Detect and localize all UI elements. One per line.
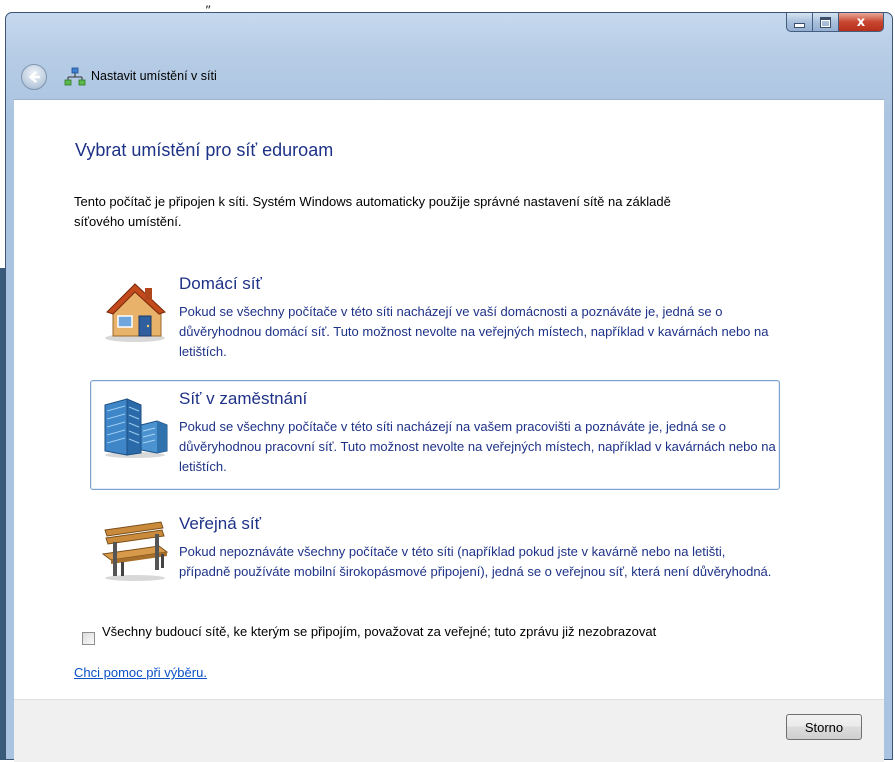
backdrop-text: „ (205, 0, 212, 10)
help-link[interactable]: Chci pomoc při výběru. (74, 665, 207, 680)
public-default-checkbox[interactable] (82, 632, 95, 645)
minimize-button[interactable] (786, 13, 813, 32)
option-title: Síť v zaměstnání (179, 389, 308, 408)
cancel-button[interactable]: Storno (786, 714, 862, 740)
dialog-footer: Storno (14, 699, 884, 762)
minimize-icon (794, 22, 805, 28)
option-home-network[interactable]: Domácí síť Pokud se všechny počítače v t… (90, 265, 780, 375)
back-arrow-icon (28, 71, 41, 83)
option-work-network[interactable]: Síť v zaměstnání Pokud se všechny počíta… (90, 380, 780, 490)
option-title: Veřejná síť (179, 514, 261, 533)
office-building-icon (104, 398, 168, 458)
caption-buttons: x (786, 13, 884, 32)
close-button[interactable]: x (839, 13, 884, 32)
option-description: Pokud se všechny počítače v této síti na… (179, 419, 776, 474)
option-title: Domácí síť (179, 274, 262, 293)
back-button[interactable] (21, 64, 47, 90)
navigation-bar: Nastavit umístění v síti (6, 59, 892, 93)
intro-text: Tento počítač je připojen k síti. Systém… (74, 194, 671, 229)
page-heading: Vybrat umístění pro síť eduroam (75, 140, 334, 160)
option-public-network[interactable]: Veřejná síť Pokud nepoznáváte všechny po… (90, 505, 780, 615)
close-icon: x (856, 14, 866, 30)
network-icon (64, 67, 86, 86)
option-description: Pokud nepoznáváte všechny počítače v tét… (179, 544, 772, 579)
option-description: Pokud se všechny počítače v této síti na… (179, 304, 769, 359)
dialog-window: x Nastavit umístění v síti Vybrat umístě… (5, 12, 893, 762)
maximize-icon (820, 16, 831, 28)
house-icon (105, 283, 166, 342)
maximize-button[interactable] (813, 13, 839, 32)
dialog-content: Vybrat umístění pro síť eduroam Tento po… (14, 99, 884, 700)
park-bench-icon (101, 521, 169, 581)
checkbox-label[interactable]: Všechny budoucí sítě, ke kterým se připo… (102, 622, 762, 642)
window-title: Nastavit umístění v síti (91, 69, 217, 83)
